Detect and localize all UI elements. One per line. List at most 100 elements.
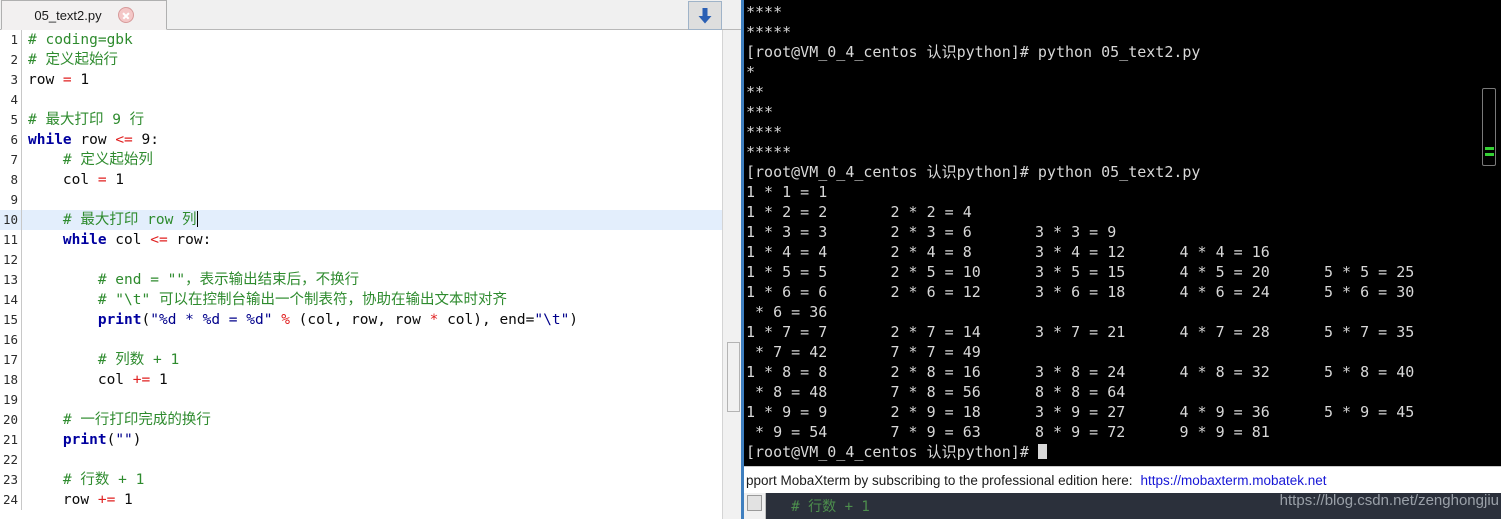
code-token: # 定义起始列 bbox=[28, 152, 153, 168]
code-line[interactable]: 13 # end = ""，表示输出结束后，不换行 bbox=[0, 270, 722, 290]
code-line[interactable]: 2 # 定义起始行 bbox=[0, 50, 722, 70]
terminal-line: * 6 = 36 bbox=[746, 303, 828, 321]
code-line-text: # "\t" 可以在控制台输出一个制表符，协助在输出文本时对齐 bbox=[22, 290, 507, 310]
code-token: col), end= bbox=[438, 312, 535, 328]
code-line[interactable]: 24 row += 1 bbox=[0, 490, 722, 510]
code-token: # 定义起始行 bbox=[28, 52, 118, 68]
code-line-text: # 定义起始行 bbox=[22, 50, 118, 70]
code-token: <= bbox=[150, 232, 168, 248]
code-token: 1 bbox=[106, 172, 125, 188]
code-content[interactable]: 1 # coding=gbk 2 # 定义起始行 3 row = 1 4 5 # 最大打印 9 … bbox=[0, 30, 722, 519]
code-line-text: print("%d * %d = %d" % (col, row, row * … bbox=[22, 310, 578, 330]
editor-scrollbar-thumb[interactable] bbox=[727, 342, 740, 412]
code-line[interactable]: 10 # 最大打印 row 列 bbox=[0, 210, 722, 230]
code-line-text: # 定义起始列 bbox=[22, 150, 153, 170]
line-number: 16 bbox=[0, 330, 22, 350]
terminal-line: * 7 = 42 7 * 7 = 49 bbox=[746, 343, 981, 361]
code-line-text: # 一行打印完成的换行 bbox=[22, 410, 211, 430]
code-token: # end = ""，表示输出结束后，不换行 bbox=[28, 272, 360, 288]
scroll-marker bbox=[1485, 153, 1494, 156]
terminal-line: **** bbox=[746, 123, 783, 141]
terminal-cursor bbox=[1037, 444, 1047, 459]
code-line[interactable]: 1 # coding=gbk bbox=[0, 30, 722, 50]
line-number: 2 bbox=[0, 50, 22, 70]
code-line[interactable]: 4 bbox=[0, 90, 722, 110]
code-line[interactable]: 21 print("") bbox=[0, 430, 722, 450]
code-line[interactable]: 14 # "\t" 可以在控制台输出一个制表符，协助在输出文本时对齐 bbox=[0, 290, 722, 310]
code-line[interactable]: 17 # 列数 + 1 bbox=[0, 350, 722, 370]
line-number: 22 bbox=[0, 450, 22, 470]
code-line[interactable]: 15 print("%d * %d = %d" % (col, row, row… bbox=[0, 310, 722, 330]
code-token: "\t" bbox=[534, 312, 570, 328]
code-token: = bbox=[62, 72, 72, 88]
code-line[interactable]: 9 bbox=[0, 190, 722, 210]
code-line[interactable]: 7 # 定义起始列 bbox=[0, 150, 722, 170]
code-token: # coding=gbk bbox=[28, 32, 133, 48]
code-token: += bbox=[97, 492, 116, 508]
code-token: print bbox=[97, 312, 142, 328]
terminal-line: 1 * 6 = 6 2 * 6 = 12 3 * 6 = 18 4 * 6 = … bbox=[746, 283, 1415, 301]
code-token: "" bbox=[115, 432, 133, 448]
code-token: # 列数 + 1 bbox=[28, 352, 180, 368]
code-line[interactable]: 8 col = 1 bbox=[0, 170, 722, 190]
screenshot-root: 05_text2.py 1 # coding=gbk 2 # 定义起始行 3 row = … bbox=[0, 0, 1501, 519]
code-line[interactable]: 11 while col <= row: bbox=[0, 230, 722, 250]
terminal-line: 1 * 7 = 7 2 * 7 = 14 3 * 7 = 21 4 * 7 = … bbox=[746, 323, 1415, 341]
terminal-line: * 9 = 54 7 * 9 = 63 8 * 9 = 72 9 * 9 = 8… bbox=[746, 423, 1270, 441]
code-editor-pane: 05_text2.py 1 # coding=gbk 2 # 定义起始行 3 row = … bbox=[0, 0, 744, 519]
editor-tab-strip: 05_text2.py bbox=[0, 0, 744, 30]
code-token: % bbox=[281, 312, 290, 328]
terminal-line: * bbox=[746, 63, 756, 81]
code-line[interactable]: 5 # 最大打印 9 行 bbox=[0, 110, 722, 130]
line-number: 4 bbox=[0, 90, 22, 110]
editor-tab-label: 05_text2.py bbox=[34, 7, 102, 23]
line-number: 13 bbox=[0, 270, 22, 290]
close-icon[interactable] bbox=[117, 7, 134, 23]
code-token: 9: bbox=[132, 132, 159, 148]
mobaxterm-upgrade-link[interactable]: https://mobaxterm.mobatek.net bbox=[1140, 473, 1326, 488]
background-window-text: # 行数 + 1 bbox=[766, 499, 870, 515]
terminal-line: 1 * 1 = 1 bbox=[746, 183, 828, 201]
code-line-text: while col <= row: bbox=[22, 230, 211, 250]
terminal-scrollbar-thumb[interactable] bbox=[1482, 88, 1496, 166]
terminal-line: 1 * 9 = 9 2 * 9 = 18 3 * 9 = 27 4 * 9 = … bbox=[746, 403, 1415, 421]
line-number: 12 bbox=[0, 250, 22, 270]
scroll-marker bbox=[1485, 147, 1494, 150]
code-line-text: # end = ""，表示输出结束后，不换行 bbox=[22, 270, 359, 290]
code-line-text: # 列数 + 1 bbox=[22, 350, 179, 370]
code-token: row bbox=[28, 72, 63, 88]
terminal-prompt: [root@VM_0_4_centos 认识python]# bbox=[746, 443, 1038, 461]
line-number: 23 bbox=[0, 470, 22, 490]
line-number: 6 bbox=[0, 130, 22, 150]
terminal-line: * 8 = 48 7 * 8 = 56 8 * 8 = 64 bbox=[746, 383, 1126, 401]
code-token: while bbox=[28, 132, 72, 148]
line-number: 5 bbox=[0, 110, 22, 130]
code-line[interactable]: 19 bbox=[0, 390, 722, 410]
code-line[interactable]: 6 while row <= 9: bbox=[0, 130, 722, 150]
code-line[interactable]: 20 # 一行打印完成的换行 bbox=[0, 410, 722, 430]
code-token: += bbox=[132, 372, 151, 388]
editor-tab-05-text2-py[interactable]: 05_text2.py bbox=[1, 0, 167, 30]
code-line[interactable]: 12 bbox=[0, 250, 722, 270]
code-line[interactable]: 22 bbox=[0, 450, 722, 470]
code-token: # "\t" 可以在控制台输出一个制表符，协助在输出文本时对齐 bbox=[28, 292, 507, 308]
code-line-text: col += 1 bbox=[22, 370, 168, 390]
terminal-line: ** bbox=[746, 83, 765, 101]
code-line[interactable]: 16 bbox=[0, 330, 722, 350]
line-number: 18 bbox=[0, 370, 22, 390]
terminal-vertical-scrollbar[interactable] bbox=[1477, 0, 1501, 466]
code-token: = bbox=[97, 172, 107, 188]
code-token: row: bbox=[167, 232, 212, 248]
terminal-line: 1 * 5 = 5 2 * 5 = 10 3 * 5 = 15 4 * 5 = … bbox=[746, 263, 1415, 281]
terminal-output[interactable]: **** ***** [root@VM_0_4_centos 认识python]# … bbox=[744, 0, 1477, 466]
code-line[interactable]: 18 col += 1 bbox=[0, 370, 722, 390]
code-line[interactable]: 3 row = 1 bbox=[0, 70, 722, 90]
download-arrow-icon[interactable] bbox=[688, 1, 722, 30]
code-token: row bbox=[71, 132, 116, 148]
code-line[interactable]: 23 # 行数 + 1 bbox=[0, 470, 722, 490]
line-number: 15 bbox=[0, 310, 22, 330]
line-number: 1 bbox=[0, 30, 22, 50]
code-token: # 一行打印完成的换行 bbox=[28, 412, 211, 428]
status-bar-text: pport MobaXterm by subscribing to the pr… bbox=[746, 472, 1133, 488]
